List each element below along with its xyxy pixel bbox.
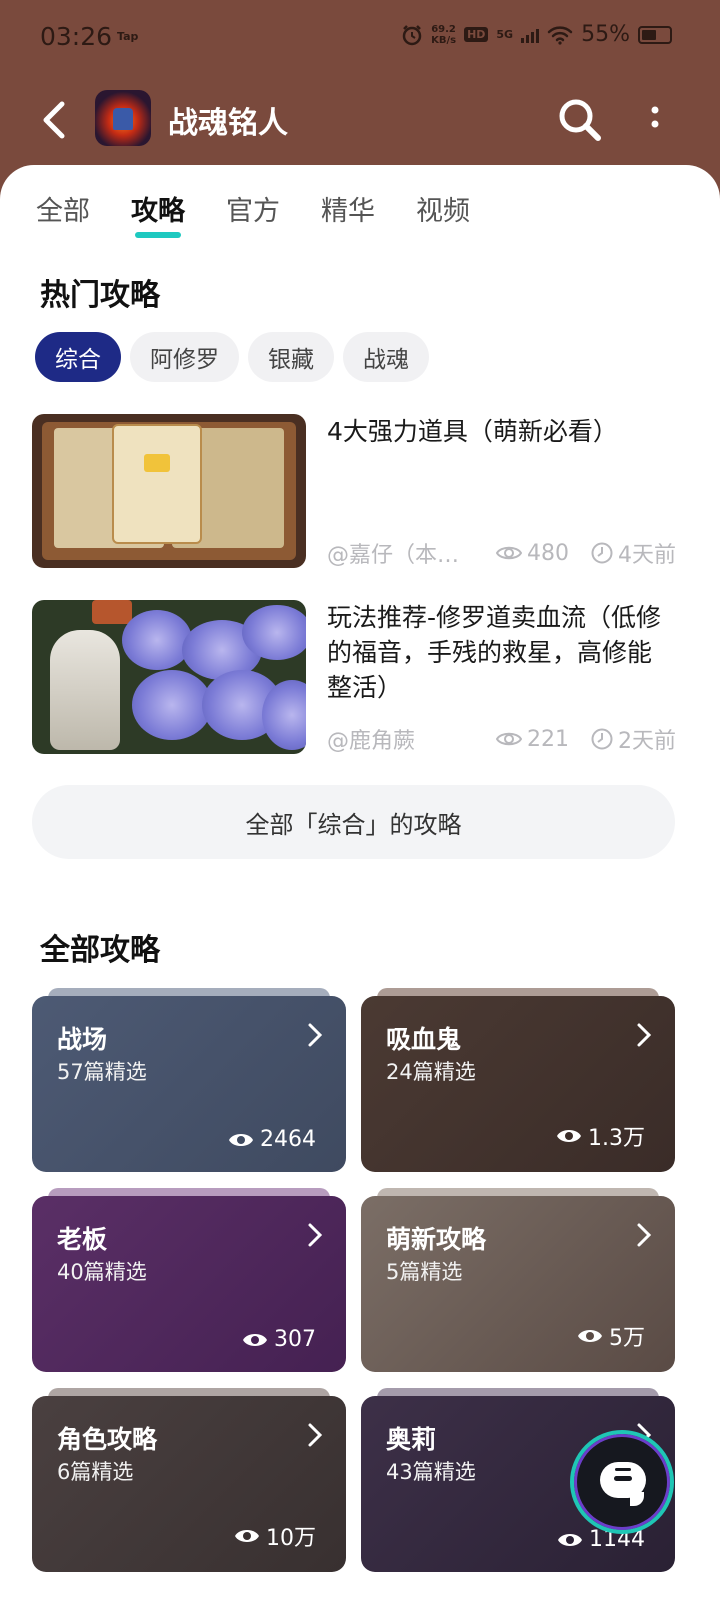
chat-fab-button[interactable] [570,1430,674,1534]
filter-chips: 综合 阿修罗 银藏 战魂 [35,332,429,382]
category-name: 萌新攻略 [386,1225,487,1254]
guide-title: 玩法推荐-修罗道卖血流（低修的福音，手残的救星，高修能整活） [327,603,662,702]
category-card-boss[interactable]: 老板 40篇精选 307 [32,1188,346,1372]
guide-item[interactable]: 玩法推荐-修罗道卖血流（低修的福音，手残的救星，高修能整活） @鹿角蕨 221 … [32,600,676,754]
tab-guides[interactable]: 攻略 [131,189,185,238]
app-header: 战魂铭人 [0,80,720,170]
back-button[interactable] [36,100,76,140]
guide-views: 480 [527,540,569,566]
category-views: 1.3万 [588,1126,645,1151]
wifi-icon [547,25,573,45]
category-count: 57篇精选 [57,1060,147,1084]
game-icon[interactable] [95,90,151,146]
guide-time: 2天前 [618,729,676,754]
category-count: 43篇精选 [386,1460,476,1484]
eye-icon [558,1533,582,1546]
net-speed: 69.2 KB/s [431,24,456,46]
guide-item[interactable]: 4大强力道具（萌新必看） @嘉仔（本… 480 4天前 [32,414,676,568]
guide-meta: @鹿角蕨 221 2天前 [327,724,676,755]
guide-views: 221 [527,726,569,752]
net-speed-unit: KB/s [431,34,457,46]
alarm-icon [402,24,422,45]
category-count: 6篇精选 [57,1460,134,1484]
chip-asura[interactable]: 阿修罗 [130,332,239,382]
category-views: 307 [274,1327,316,1352]
category-card-vampire[interactable]: 吸血鬼 24篇精选 1.3万 [361,988,675,1172]
guide-thumbnail [32,600,306,754]
eye-icon [578,1330,602,1342]
tap-indicator: Tap [117,30,139,43]
more-options-button[interactable] [640,98,670,138]
eye-icon [229,1133,253,1146]
chevron-right-icon [637,1223,652,1247]
chevron-right-icon [308,1423,323,1447]
status-time: 03:26 [40,22,113,51]
tab-official[interactable]: 官方 [226,189,280,228]
status-icons: 69.2 KB/s HD 5G 55% [401,22,672,47]
guide-title: 4大强力道具（萌新必看） [327,417,618,446]
category-count: 24篇精选 [386,1060,476,1084]
chevron-right-icon [637,1023,652,1047]
category-name: 老板 [57,1225,108,1254]
all-guides-title: 全部攻略 [40,933,160,968]
battery-percent: 55% [581,22,630,47]
tab-bar: 全部 攻略 官方 精华 视频 [36,189,511,238]
eye-icon [496,732,522,746]
clock-icon [591,728,613,750]
category-count: 5篇精选 [386,1260,463,1284]
search-icon [559,99,601,141]
guide-author: @嘉仔（本… [327,543,460,568]
eye-icon [557,1130,581,1142]
category-card-character[interactable]: 角色攻略 6篇精选 10万 [32,1388,346,1572]
eye-icon [243,1333,267,1346]
category-card-battlefield[interactable]: 战场 57篇精选 2464 [32,988,346,1172]
more-vertical-icon [651,106,659,128]
content-sheet: 全部 攻略 官方 精华 视频 热门攻略 综合 阿修罗 银藏 战魂 4大强力道具（… [0,165,720,1600]
chip-zhanhun[interactable]: 战魂 [343,332,429,382]
view-all-guides-button[interactable]: 全部「综合」的攻略 [32,785,675,859]
tab-featured[interactable]: 精华 [321,189,375,228]
category-count: 40篇精选 [57,1260,147,1284]
guide-time: 4天前 [618,543,676,568]
eye-icon [496,546,522,560]
signal-icon [521,28,540,43]
category-name: 战场 [57,1025,108,1054]
net-speed-value: 69.2 [431,23,456,35]
chip-general[interactable]: 综合 [35,332,121,382]
hd-badge: HD [464,27,489,42]
guide-thumbnail [32,414,306,568]
network-type: 5G [496,28,514,41]
page-title: 战魂铭人 [168,106,288,141]
guide-author: @鹿角蕨 [327,729,416,754]
category-views: 5万 [609,1326,645,1351]
status-bar: 03:26 Tap 69.2 KB/s HD 5G 55% [0,0,720,80]
hot-guides-title: 热门攻略 [40,278,160,313]
chevron-right-icon [308,1023,323,1047]
guide-meta: @嘉仔（本… 480 4天前 [327,538,676,569]
eye-icon [235,1530,259,1542]
back-arrow-icon [43,101,65,139]
chevron-right-icon [308,1223,323,1247]
battery-icon [638,25,672,44]
category-name: 角色攻略 [57,1425,158,1454]
tab-all[interactable]: 全部 [36,189,90,228]
category-views: 10万 [266,1526,316,1551]
clock-icon [591,542,613,564]
search-button[interactable] [556,96,604,144]
category-card-newbie[interactable]: 萌新攻略 5篇精选 5万 [361,1188,675,1372]
chip-yinzang[interactable]: 银藏 [248,332,334,382]
category-views: 2464 [260,1127,316,1152]
tab-video[interactable]: 视频 [416,189,470,228]
category-name: 吸血鬼 [386,1025,462,1054]
category-name: 奥莉 [386,1425,437,1454]
